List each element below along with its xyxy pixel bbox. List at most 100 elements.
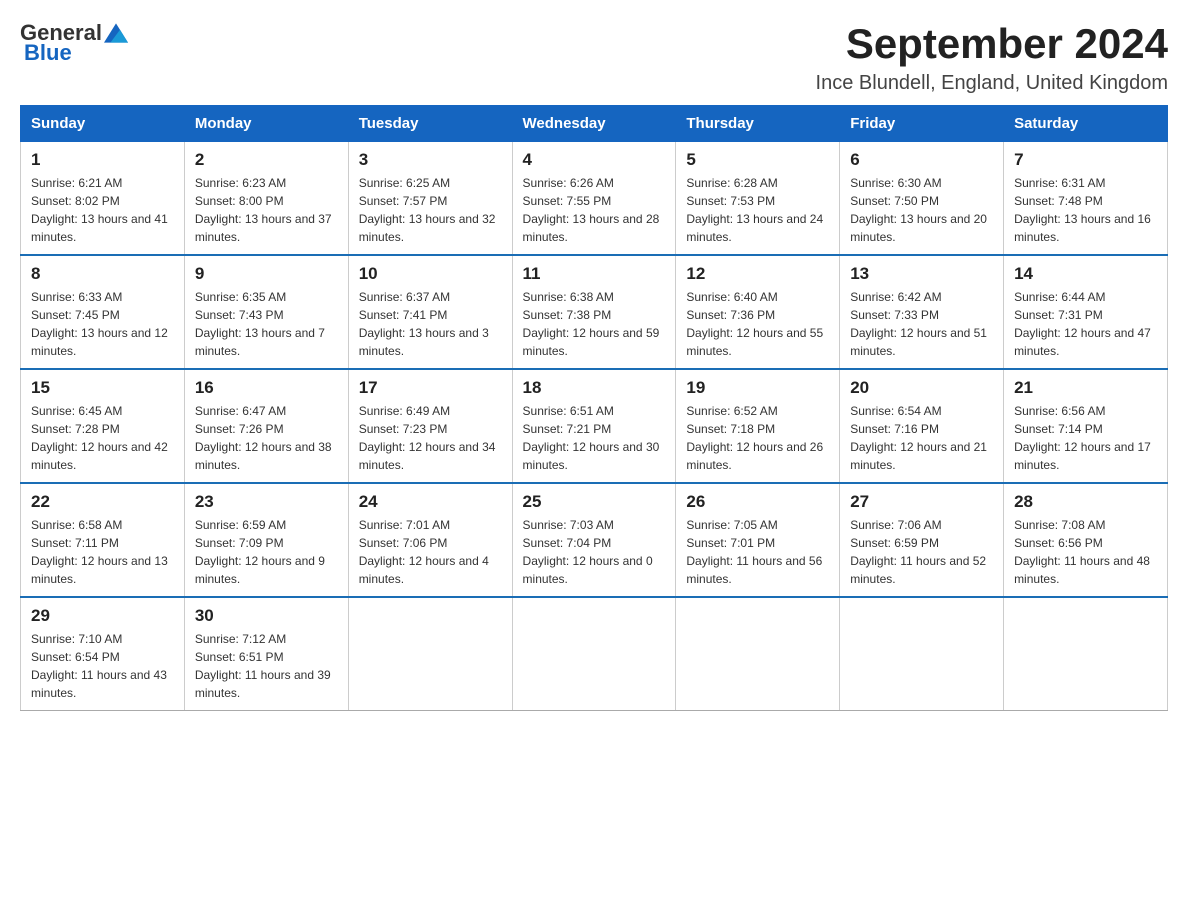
day-cell: 12 Sunrise: 6:40 AMSunset: 7:36 PMDaylig…	[676, 255, 840, 369]
header-tuesday: Tuesday	[348, 106, 512, 141]
day-cell: 14 Sunrise: 6:44 AMSunset: 7:31 PMDaylig…	[1004, 255, 1168, 369]
day-number: 2	[195, 150, 338, 170]
day-info: Sunrise: 6:58 AMSunset: 7:11 PMDaylight:…	[31, 518, 168, 586]
day-info: Sunrise: 6:49 AMSunset: 7:23 PMDaylight:…	[359, 404, 496, 472]
day-cell: 26 Sunrise: 7:05 AMSunset: 7:01 PMDaylig…	[676, 483, 840, 597]
day-number: 1	[31, 150, 174, 170]
header-wednesday: Wednesday	[512, 106, 676, 141]
day-number: 8	[31, 264, 174, 284]
day-number: 17	[359, 378, 502, 398]
day-cell	[840, 597, 1004, 711]
day-cell	[512, 597, 676, 711]
day-number: 19	[686, 378, 829, 398]
day-number: 30	[195, 606, 338, 626]
day-info: Sunrise: 6:25 AMSunset: 7:57 PMDaylight:…	[359, 176, 496, 244]
day-cell: 28 Sunrise: 7:08 AMSunset: 6:56 PMDaylig…	[1004, 483, 1168, 597]
day-number: 12	[686, 264, 829, 284]
day-cell: 5 Sunrise: 6:28 AMSunset: 7:53 PMDayligh…	[676, 141, 840, 255]
header-monday: Monday	[184, 106, 348, 141]
day-info: Sunrise: 6:28 AMSunset: 7:53 PMDaylight:…	[686, 176, 823, 244]
day-number: 9	[195, 264, 338, 284]
day-info: Sunrise: 6:42 AMSunset: 7:33 PMDaylight:…	[850, 290, 987, 358]
day-info: Sunrise: 6:54 AMSunset: 7:16 PMDaylight:…	[850, 404, 987, 472]
day-info: Sunrise: 6:21 AMSunset: 8:02 PMDaylight:…	[31, 176, 168, 244]
header-saturday: Saturday	[1004, 106, 1168, 141]
day-number: 22	[31, 492, 174, 512]
day-info: Sunrise: 7:03 AMSunset: 7:04 PMDaylight:…	[523, 518, 653, 586]
day-cell: 29 Sunrise: 7:10 AMSunset: 6:54 PMDaylig…	[21, 597, 185, 711]
day-info: Sunrise: 6:37 AMSunset: 7:41 PMDaylight:…	[359, 290, 489, 358]
day-number: 4	[523, 150, 666, 170]
day-cell: 20 Sunrise: 6:54 AMSunset: 7:16 PMDaylig…	[840, 369, 1004, 483]
logo: General Blue	[20, 20, 130, 66]
day-number: 3	[359, 150, 502, 170]
week-row-4: 22 Sunrise: 6:58 AMSunset: 7:11 PMDaylig…	[21, 483, 1168, 597]
day-info: Sunrise: 6:59 AMSunset: 7:09 PMDaylight:…	[195, 518, 325, 586]
week-row-3: 15 Sunrise: 6:45 AMSunset: 7:28 PMDaylig…	[21, 369, 1168, 483]
month-year-title: September 2024	[816, 20, 1168, 68]
day-info: Sunrise: 6:30 AMSunset: 7:50 PMDaylight:…	[850, 176, 987, 244]
day-cell: 30 Sunrise: 7:12 AMSunset: 6:51 PMDaylig…	[184, 597, 348, 711]
day-cell: 18 Sunrise: 6:51 AMSunset: 7:21 PMDaylig…	[512, 369, 676, 483]
logo-icon	[104, 23, 128, 43]
day-number: 27	[850, 492, 993, 512]
day-cell: 27 Sunrise: 7:06 AMSunset: 6:59 PMDaylig…	[840, 483, 1004, 597]
logo-blue: Blue	[24, 40, 72, 66]
day-info: Sunrise: 6:56 AMSunset: 7:14 PMDaylight:…	[1014, 404, 1151, 472]
day-cell: 22 Sunrise: 6:58 AMSunset: 7:11 PMDaylig…	[21, 483, 185, 597]
day-number: 18	[523, 378, 666, 398]
day-cell: 13 Sunrise: 6:42 AMSunset: 7:33 PMDaylig…	[840, 255, 1004, 369]
title-block: September 2024 Ince Blundell, England, U…	[816, 20, 1168, 95]
day-number: 23	[195, 492, 338, 512]
day-info: Sunrise: 6:52 AMSunset: 7:18 PMDaylight:…	[686, 404, 823, 472]
day-cell: 7 Sunrise: 6:31 AMSunset: 7:48 PMDayligh…	[1004, 141, 1168, 255]
day-cell	[348, 597, 512, 711]
day-cell: 1 Sunrise: 6:21 AMSunset: 8:02 PMDayligh…	[21, 141, 185, 255]
day-cell: 11 Sunrise: 6:38 AMSunset: 7:38 PMDaylig…	[512, 255, 676, 369]
day-info: Sunrise: 6:33 AMSunset: 7:45 PMDaylight:…	[31, 290, 168, 358]
day-cell: 24 Sunrise: 7:01 AMSunset: 7:06 PMDaylig…	[348, 483, 512, 597]
day-cell: 8 Sunrise: 6:33 AMSunset: 7:45 PMDayligh…	[21, 255, 185, 369]
day-number: 5	[686, 150, 829, 170]
weekday-header-row: Sunday Monday Tuesday Wednesday Thursday…	[21, 106, 1168, 141]
day-info: Sunrise: 6:44 AMSunset: 7:31 PMDaylight:…	[1014, 290, 1151, 358]
day-number: 13	[850, 264, 993, 284]
day-number: 7	[1014, 150, 1157, 170]
day-info: Sunrise: 7:12 AMSunset: 6:51 PMDaylight:…	[195, 632, 331, 700]
day-cell: 25 Sunrise: 7:03 AMSunset: 7:04 PMDaylig…	[512, 483, 676, 597]
day-cell: 15 Sunrise: 6:45 AMSunset: 7:28 PMDaylig…	[21, 369, 185, 483]
day-info: Sunrise: 6:47 AMSunset: 7:26 PMDaylight:…	[195, 404, 332, 472]
week-row-2: 8 Sunrise: 6:33 AMSunset: 7:45 PMDayligh…	[21, 255, 1168, 369]
day-cell: 9 Sunrise: 6:35 AMSunset: 7:43 PMDayligh…	[184, 255, 348, 369]
day-info: Sunrise: 7:01 AMSunset: 7:06 PMDaylight:…	[359, 518, 489, 586]
day-info: Sunrise: 6:51 AMSunset: 7:21 PMDaylight:…	[523, 404, 660, 472]
day-number: 26	[686, 492, 829, 512]
day-cell	[1004, 597, 1168, 711]
day-number: 15	[31, 378, 174, 398]
day-number: 21	[1014, 378, 1157, 398]
day-cell: 21 Sunrise: 6:56 AMSunset: 7:14 PMDaylig…	[1004, 369, 1168, 483]
day-cell: 17 Sunrise: 6:49 AMSunset: 7:23 PMDaylig…	[348, 369, 512, 483]
day-info: Sunrise: 6:38 AMSunset: 7:38 PMDaylight:…	[523, 290, 660, 358]
day-info: Sunrise: 6:40 AMSunset: 7:36 PMDaylight:…	[686, 290, 823, 358]
day-info: Sunrise: 6:23 AMSunset: 8:00 PMDaylight:…	[195, 176, 332, 244]
day-cell: 6 Sunrise: 6:30 AMSunset: 7:50 PMDayligh…	[840, 141, 1004, 255]
day-info: Sunrise: 7:10 AMSunset: 6:54 PMDaylight:…	[31, 632, 167, 700]
day-number: 14	[1014, 264, 1157, 284]
calendar-table: Sunday Monday Tuesday Wednesday Thursday…	[20, 105, 1168, 711]
day-info: Sunrise: 6:26 AMSunset: 7:55 PMDaylight:…	[523, 176, 660, 244]
day-cell: 3 Sunrise: 6:25 AMSunset: 7:57 PMDayligh…	[348, 141, 512, 255]
day-cell	[676, 597, 840, 711]
week-row-1: 1 Sunrise: 6:21 AMSunset: 8:02 PMDayligh…	[21, 141, 1168, 255]
day-number: 20	[850, 378, 993, 398]
day-cell: 2 Sunrise: 6:23 AMSunset: 8:00 PMDayligh…	[184, 141, 348, 255]
header-friday: Friday	[840, 106, 1004, 141]
day-info: Sunrise: 6:35 AMSunset: 7:43 PMDaylight:…	[195, 290, 325, 358]
day-number: 25	[523, 492, 666, 512]
day-cell: 16 Sunrise: 6:47 AMSunset: 7:26 PMDaylig…	[184, 369, 348, 483]
day-number: 24	[359, 492, 502, 512]
day-number: 11	[523, 264, 666, 284]
day-number: 10	[359, 264, 502, 284]
day-number: 16	[195, 378, 338, 398]
day-cell: 23 Sunrise: 6:59 AMSunset: 7:09 PMDaylig…	[184, 483, 348, 597]
